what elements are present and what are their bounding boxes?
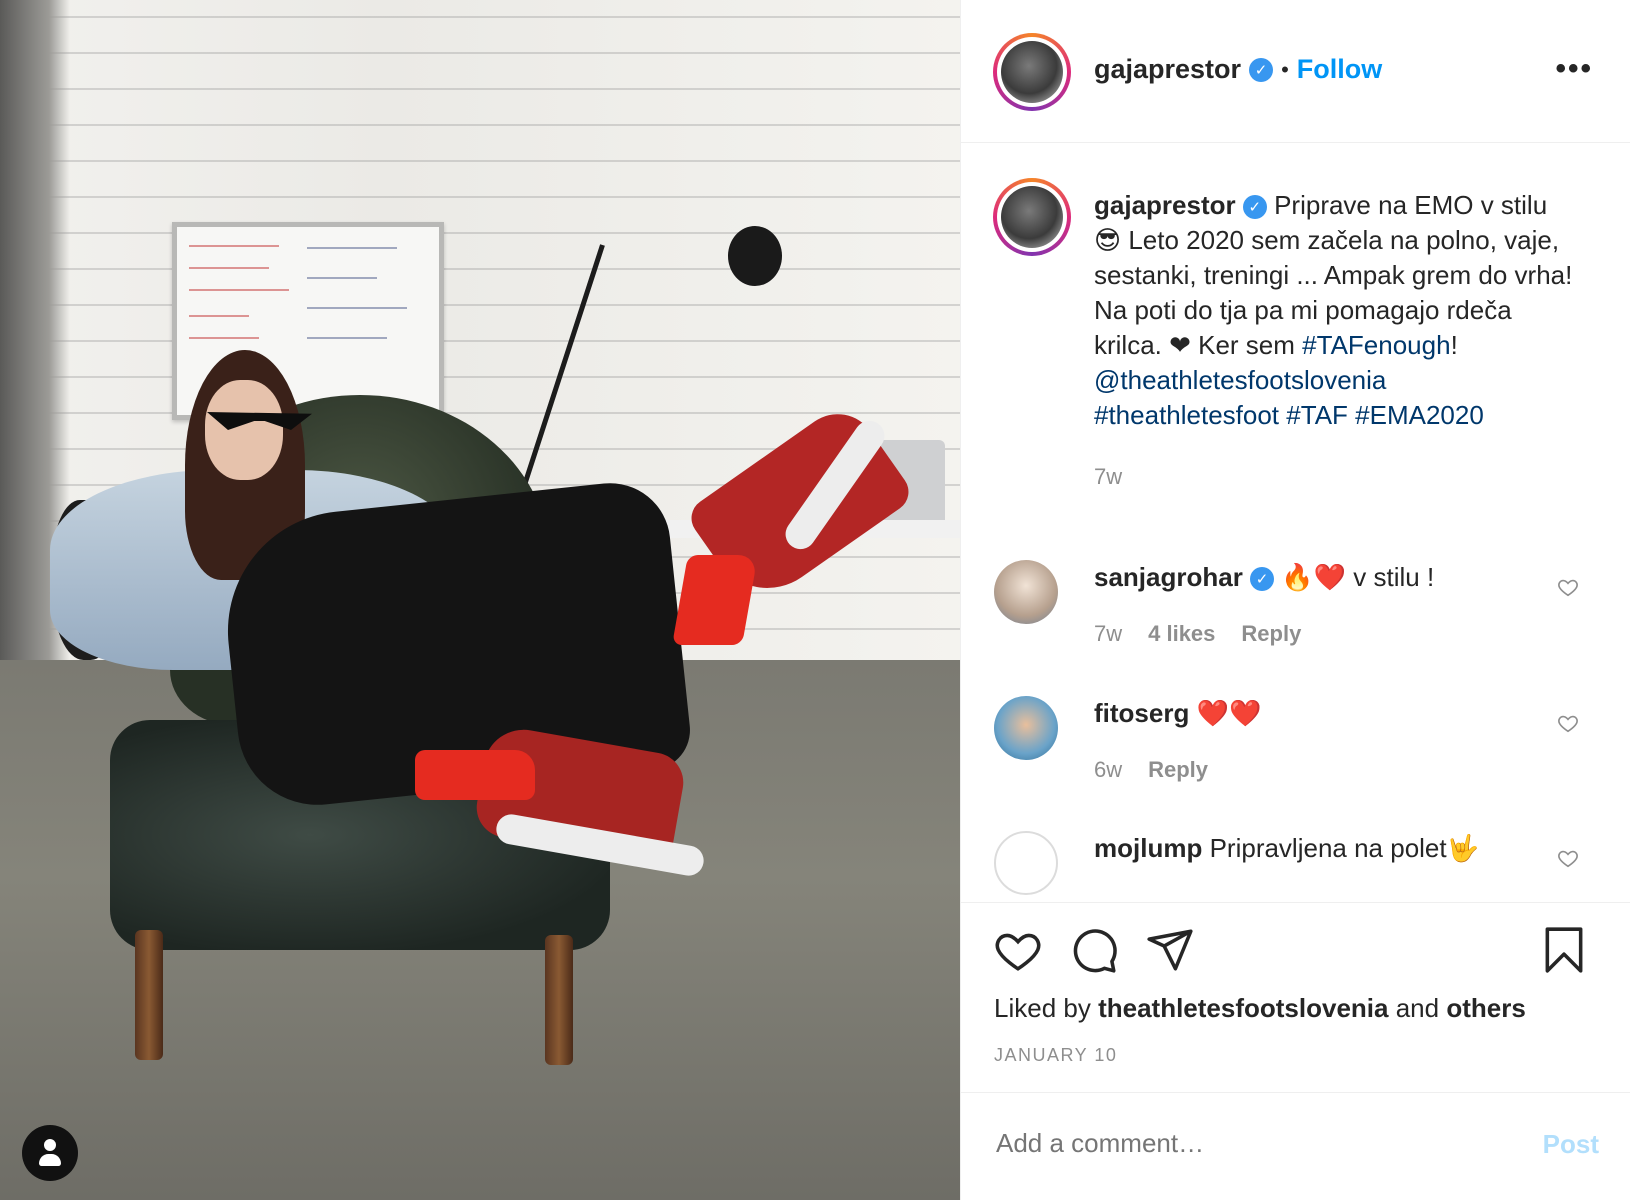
verified-badge-icon: ✓ xyxy=(1249,57,1274,82)
comment-likes[interactable]: 4 likes xyxy=(1148,621,1215,647)
hashtag-link[interactable]: #TAF xyxy=(1286,400,1348,430)
reply-button[interactable]: Reply xyxy=(1148,757,1208,783)
post-date[interactable]: JANUARY 10 xyxy=(994,1045,1117,1066)
comment-avatar[interactable] xyxy=(994,831,1058,895)
comment-like-heart-icon[interactable] xyxy=(1557,576,1579,598)
comment-like-heart-icon[interactable] xyxy=(1557,712,1579,734)
post-actions: Liked by theathletesfootslovenia and oth… xyxy=(961,902,1630,1093)
face xyxy=(205,380,283,480)
comment-time[interactable]: 7w xyxy=(1094,621,1122,647)
comment-username[interactable]: fitoserg xyxy=(1094,698,1189,728)
bookmark-icon[interactable] xyxy=(1539,925,1589,975)
hashtag-link[interactable]: #EMA2020 xyxy=(1355,400,1484,430)
add-comment-bar: Post xyxy=(961,1092,1630,1201)
verified-badge-icon: ✓ xyxy=(1242,195,1267,220)
caption-username[interactable]: gajaprestor xyxy=(1094,190,1236,220)
post-photo[interactable] xyxy=(0,0,960,1200)
user-tags-icon[interactable] xyxy=(22,1125,78,1181)
verified-badge-icon: ✓ xyxy=(1250,567,1275,592)
post-side-panel: gajaprestor ✓ • Follow ••• gajaprestor ✓… xyxy=(960,0,1630,1200)
header-username[interactable]: gajaprestor xyxy=(1094,54,1241,85)
post-header: gajaprestor ✓ • Follow ••• xyxy=(961,0,1630,143)
comments-section[interactable]: gajaprestor ✓ Priprave na EMO v stilu😎 L… xyxy=(961,143,1630,901)
comment-time[interactable]: 6w xyxy=(1094,757,1122,783)
share-icon[interactable] xyxy=(1145,925,1195,975)
more-options-icon[interactable]: ••• xyxy=(1555,52,1593,86)
comment-username[interactable]: sanjagrohar xyxy=(1094,562,1243,592)
hashtag-link[interactable]: #theathletesfoot xyxy=(1094,400,1279,430)
liked-by-others[interactable]: others xyxy=(1446,993,1525,1023)
hashtag-link[interactable]: #TAFenough xyxy=(1302,330,1450,360)
comment-avatar[interactable] xyxy=(994,696,1058,760)
liked-by-user[interactable]: theathletesfootslovenia xyxy=(1098,993,1388,1023)
comment-text: 🔥❤️ v stilu ! xyxy=(1281,562,1435,592)
post-comment-button[interactable]: Post xyxy=(1543,1129,1599,1160)
mention-link[interactable]: @theathletesfootslovenia xyxy=(1094,365,1386,395)
comment-avatar[interactable] xyxy=(994,560,1058,624)
pop-filter xyxy=(728,226,782,286)
red-wing xyxy=(415,750,535,800)
caption-time[interactable]: 7w xyxy=(1094,459,1574,494)
instagram-post: gajaprestor ✓ • Follow ••• gajaprestor ✓… xyxy=(0,0,1630,1200)
caption: gajaprestor ✓ Priprave na EMO v stilu😎 L… xyxy=(1094,188,1574,494)
comment-like-heart-icon[interactable] xyxy=(1557,847,1579,869)
comment-username[interactable]: mojlump xyxy=(1094,833,1202,863)
comment-text: ❤️❤️ xyxy=(1196,698,1262,728)
separator-dot: • xyxy=(1281,56,1289,82)
reply-button[interactable]: Reply xyxy=(1241,621,1301,647)
comment-text: Pripravljena na polet🤟 xyxy=(1209,833,1479,863)
avatar[interactable] xyxy=(993,33,1071,111)
heart-icon[interactable] xyxy=(993,925,1043,975)
add-comment-input[interactable] xyxy=(994,1127,1478,1160)
caption-avatar[interactable] xyxy=(993,178,1071,256)
comment-icon[interactable] xyxy=(1069,925,1119,975)
follow-button[interactable]: Follow xyxy=(1297,54,1382,85)
liked-by-summary: Liked by theathletesfootslovenia and oth… xyxy=(994,993,1526,1023)
